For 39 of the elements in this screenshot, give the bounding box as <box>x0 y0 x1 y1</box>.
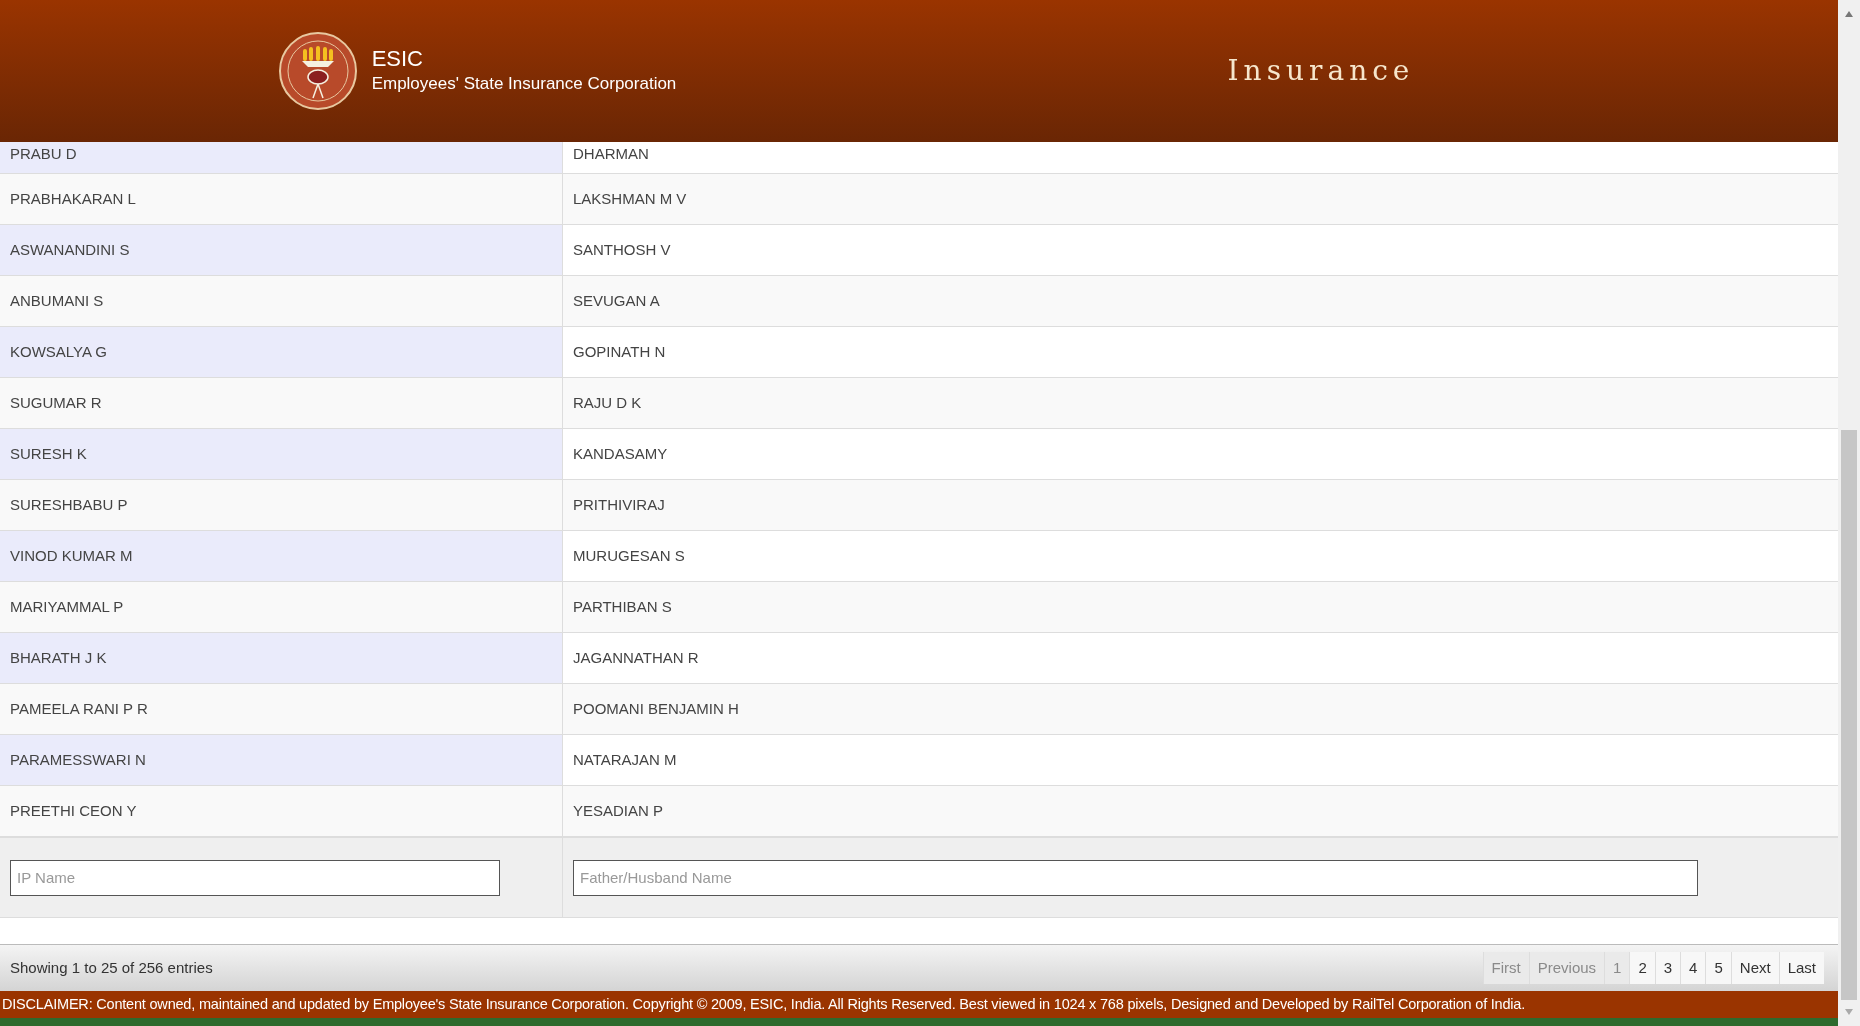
scrollbar[interactable] <box>1838 0 1860 1026</box>
table-cell: PARAMESSWARI N <box>0 735 563 785</box>
table-cell: PREETHI CEON Y <box>0 786 563 836</box>
logo-subtitle: Employees' State Insurance Corporation <box>371 73 677 95</box>
table-cell: VINOD KUMAR M <box>0 531 563 581</box>
page-button[interactable]: 3 <box>1654 952 1681 984</box>
table-cell: PRITHIVIRAJ <box>563 480 1838 530</box>
table-cell: LAKSHMAN M V <box>563 174 1838 224</box>
table-cell: POOMANI BENJAMIN H <box>563 684 1838 734</box>
scroll-up-icon[interactable] <box>1844 10 1854 18</box>
table-cell: SUGUMAR R <box>0 378 563 428</box>
table-cell: MARIYAMMAL P <box>0 582 563 632</box>
table-cell: YESADIAN P <box>563 786 1838 836</box>
scrollbar-thumb[interactable] <box>1841 430 1857 1000</box>
logo-title: ESIC <box>371 46 424 72</box>
table-cell: RAJU D K <box>563 378 1838 428</box>
table-cell: PAMEELA RANI P R <box>0 684 563 734</box>
table-cell: SURESH K <box>0 429 563 479</box>
entries-info: Showing 1 to 25 of 256 entries <box>10 957 213 978</box>
table-cell: PRABHAKARAN L <box>0 174 563 224</box>
table-cell: PARTHIBAN S <box>563 582 1838 632</box>
table-cell: SURESHBABU P <box>0 480 563 530</box>
filter-input-field[interactable]: IP Name <box>10 859 500 896</box>
pager-nav-button[interactable]: Next <box>1730 952 1779 984</box>
table-cell: KOWSALYA G <box>0 327 563 377</box>
table-cell: SEVUGAN A <box>563 276 1838 326</box>
page-button[interactable]: 4 <box>1680 952 1706 984</box>
pager-nav-button[interactable]: Last <box>1778 952 1824 984</box>
page-button[interactable]: 5 <box>1705 952 1731 984</box>
table-cell: PRABU D <box>0 142 563 173</box>
disclaimer-text: DISCLAIMER: Content owned, maintained and updated by Employee's State Insurance Corporation. Copyright © 2009, ESIC, India. All Rights Reserved. Best viewed in 1024 x 768 pixels, Designed and Developed by RailTel Corporation of India. <box>1 994 1526 1014</box>
filter-input-field[interactable]: Father/Husband Name <box>573 859 1698 896</box>
table-cell: BHARATH J K <box>0 633 563 683</box>
table-cell: ANBUMANI S <box>0 276 563 326</box>
page-button[interactable]: 2 <box>1629 952 1655 984</box>
emblem-logo-icon <box>277 31 358 111</box>
table-cell: ASWANANDINI S <box>0 225 563 275</box>
scroll-down-icon[interactable] <box>1844 1008 1854 1016</box>
section-title: Insurance <box>1227 53 1415 89</box>
